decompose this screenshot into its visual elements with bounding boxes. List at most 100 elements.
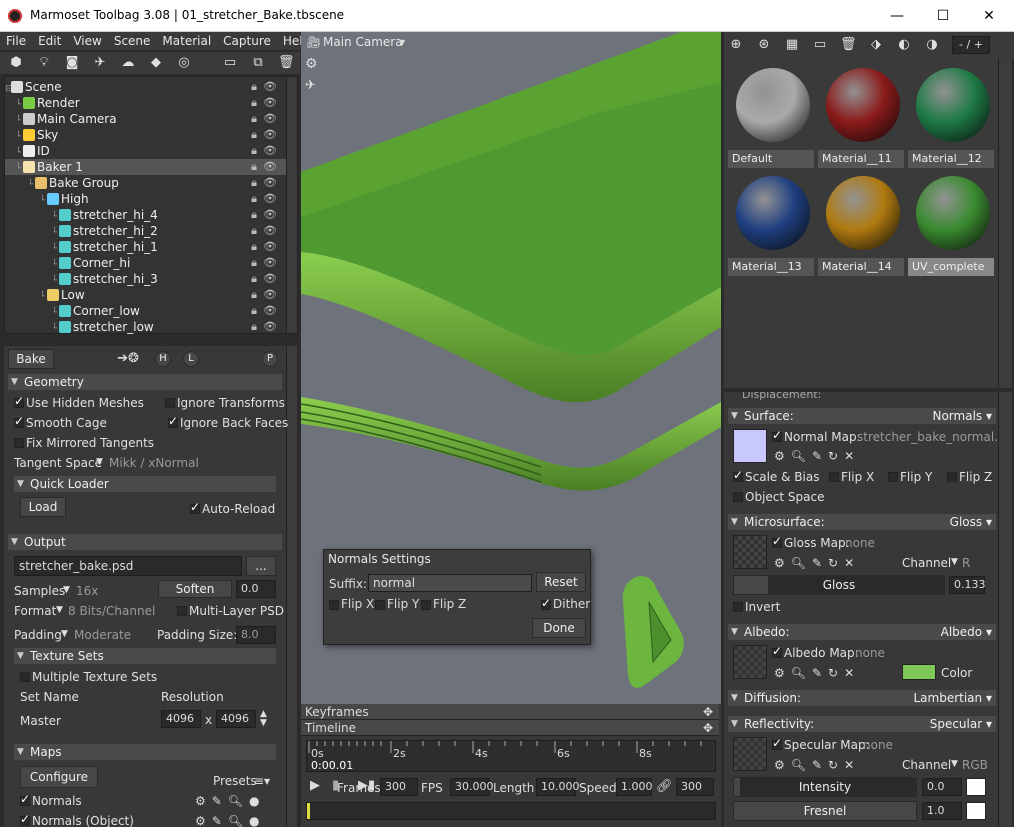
add-fog-icon[interactable]: ☁︎ <box>120 55 136 71</box>
specular-map-tools-icon[interactable]: ⚙🔍︎✎↻✕ <box>774 758 860 772</box>
ignore-back-faces-checkbox[interactable] <box>168 414 178 428</box>
specular-map-file[interactable]: none <box>863 738 893 752</box>
suffix-input[interactable]: normal <box>368 574 532 592</box>
material-tile[interactable]: Material__14 <box>818 170 904 276</box>
flip-x-checkbox[interactable] <box>329 600 339 610</box>
gloss-channel-dropdown-icon[interactable]: ▼ <box>951 557 958 567</box>
menu-material[interactable]: Material <box>156 32 217 50</box>
gloss-map-checkbox[interactable] <box>772 534 782 548</box>
albedo-map-checkbox[interactable] <box>772 644 782 658</box>
eyedropper-icon[interactable]: ◑ <box>924 37 940 53</box>
fresnel-value[interactable]: 1.0 <box>922 802 962 820</box>
resolution-width[interactable]: 4096 <box>161 710 201 728</box>
pick-material-icon[interactable]: ⬗ <box>868 37 884 53</box>
normals-object-checkbox[interactable] <box>20 812 30 826</box>
tree-scrollbar[interactable] <box>286 77 297 333</box>
tree-row[interactable]: ⊟ Scene 🔒︎👁︎ <box>5 79 287 95</box>
checker-icon[interactable]: ▦ <box>784 37 800 53</box>
camera-selector[interactable]: Main Camera <box>323 35 403 49</box>
surface-flip-z-checkbox[interactable] <box>947 472 957 482</box>
hide-high-button[interactable]: H <box>155 351 171 367</box>
scale-bias-checkbox[interactable] <box>733 468 743 482</box>
samples-dropdown-icon[interactable]: ▼ <box>63 585 70 595</box>
specular-map-thumbnail[interactable] <box>733 737 767 771</box>
material-tile[interactable]: Material__11 <box>818 62 904 168</box>
reset-button[interactable]: Reset <box>536 572 586 592</box>
texture-sets-header[interactable]: Texture Sets <box>14 648 276 664</box>
lock-visibility-icon[interactable]: 🔒︎👁︎ <box>251 255 283 271</box>
tree-row[interactable]: └ Render 🔒︎👁︎ <box>5 95 287 111</box>
intensity-color-swatch[interactable] <box>966 778 986 796</box>
tree-row[interactable]: └ stretcher_hi_1 🔒︎👁︎ <box>5 239 287 255</box>
diffusion-header[interactable]: Diffusion: Lambertian ▾ <box>728 690 996 706</box>
range-start-handle[interactable] <box>307 803 310 819</box>
maximize-button[interactable]: ☐ <box>920 0 966 32</box>
samples-value[interactable]: 16x <box>76 584 98 598</box>
menu-view[interactable]: View <box>67 32 107 50</box>
lock-visibility-icon[interactable]: 🔒︎👁︎ <box>251 175 283 191</box>
multiple-texture-sets-checkbox[interactable] <box>20 672 30 682</box>
normals-map-tools-icon[interactable]: ⚙✎🔍︎● <box>195 794 266 808</box>
lock-visibility-icon[interactable]: 🔒︎👁︎ <box>251 159 283 175</box>
diffusion-mode[interactable]: Lambertian ▾ <box>913 690 992 706</box>
lock-visibility-icon[interactable]: 🔒︎👁︎ <box>251 319 283 335</box>
lock-visibility-icon[interactable]: 🔒︎👁︎ <box>251 127 283 143</box>
smooth-cage-checkbox[interactable] <box>14 414 24 428</box>
preview-button[interactable]: P <box>262 351 278 367</box>
gloss-channel-value[interactable]: R <box>962 556 970 570</box>
albedo-header[interactable]: Albedo: Albedo ▾ <box>728 624 996 640</box>
menu-edit[interactable]: Edit <box>32 32 67 50</box>
configure-button[interactable]: Configure <box>20 766 98 788</box>
invert-checkbox[interactable] <box>733 602 743 612</box>
albedo-map-thumbnail[interactable] <box>733 645 767 679</box>
object-space-checkbox[interactable] <box>733 492 743 502</box>
new-material-icon[interactable]: ⊕ <box>728 37 744 53</box>
gloss-value[interactable]: 0.133 <box>949 576 986 594</box>
output-file-field[interactable]: stretcher_bake.psd <box>14 556 242 576</box>
lock-visibility-icon[interactable]: 🔒︎👁︎ <box>251 287 283 303</box>
tree-row[interactable]: └ Main Camera 🔒︎👁︎ <box>5 111 287 127</box>
add-turntable-icon[interactable]: ◎ <box>176 55 192 71</box>
material-tile[interactable]: Material__13 <box>728 170 814 276</box>
specular-channel-value[interactable]: RGB <box>962 758 988 772</box>
format-value[interactable]: 8 Bits/Channel <box>68 604 155 618</box>
timeline-track[interactable]: 0s 2s 4s 6s 8s 0:00.01 <box>306 740 716 772</box>
normal-map-tools-icon[interactable]: ⚙🔍︎✎↻✕ <box>774 449 860 463</box>
normal-map-thumbnail[interactable] <box>733 429 767 463</box>
format-dropdown-icon[interactable]: ▼ <box>56 605 63 615</box>
delete-material-icon[interactable]: 🗑︎ <box>840 37 857 53</box>
lock-visibility-icon[interactable]: 🔒︎👁︎ <box>251 143 283 159</box>
quick-loader-header[interactable]: Quick Loader <box>14 476 276 492</box>
gloss-map-thumbnail[interactable] <box>733 535 767 569</box>
open-folder-icon[interactable]: ▭ <box>812 37 828 53</box>
flip-y-checkbox[interactable] <box>375 600 385 610</box>
material-tile[interactable]: Material__12 <box>908 62 994 168</box>
normals-checkbox[interactable] <box>20 792 30 806</box>
link-icon[interactable]: 🔗︎ <box>656 779 673 794</box>
menu-capture[interactable]: Capture <box>217 32 277 50</box>
surface-flip-x-checkbox[interactable] <box>829 472 839 482</box>
viewport-tool-icon[interactable]: ✈︎ <box>305 78 316 93</box>
viewport-settings-icon[interactable]: ⚙ <box>305 56 318 72</box>
ignore-transforms-checkbox[interactable] <box>165 398 175 408</box>
bake-options-icon[interactable]: ➔❂ <box>114 351 142 367</box>
padding-dropdown-icon[interactable]: ▼ <box>61 629 68 639</box>
tangent-space-value[interactable]: Mikk / xNormal <box>109 456 199 470</box>
duplicate-material-icon[interactable]: ⊛ <box>756 37 772 53</box>
hide-low-button[interactable]: L <box>183 351 199 367</box>
tree-row[interactable]: └ stretcher_low 🔒︎👁︎ <box>5 319 287 335</box>
duplicate-icon[interactable]: ⧉ <box>250 55 266 71</box>
tree-row[interactable]: └ High 🔒︎👁︎ <box>5 191 287 207</box>
surface-header[interactable]: Surface: Normals ▾ <box>728 408 996 424</box>
presets-label[interactable]: Presets <box>213 774 257 788</box>
gloss-map-tools-icon[interactable]: ⚙🔍︎✎↻✕ <box>774 556 860 570</box>
bake-button[interactable]: Bake <box>8 349 54 369</box>
albedo-color-swatch[interactable] <box>902 664 936 680</box>
tangent-dropdown-icon[interactable]: ▼ <box>96 457 103 467</box>
soften-value[interactable]: 0.0 <box>236 580 276 598</box>
resolution-stepper-icon[interactable]: ▲ ▼ <box>260 710 267 728</box>
microsurface-header[interactable]: Microsurface: Gloss ▾ <box>728 514 996 530</box>
tree-row[interactable]: └ Corner_hi 🔒︎👁︎ <box>5 255 287 271</box>
presets-menu-icon[interactable]: ≡▾ <box>254 774 270 788</box>
material-counter[interactable]: - / + <box>952 36 990 54</box>
